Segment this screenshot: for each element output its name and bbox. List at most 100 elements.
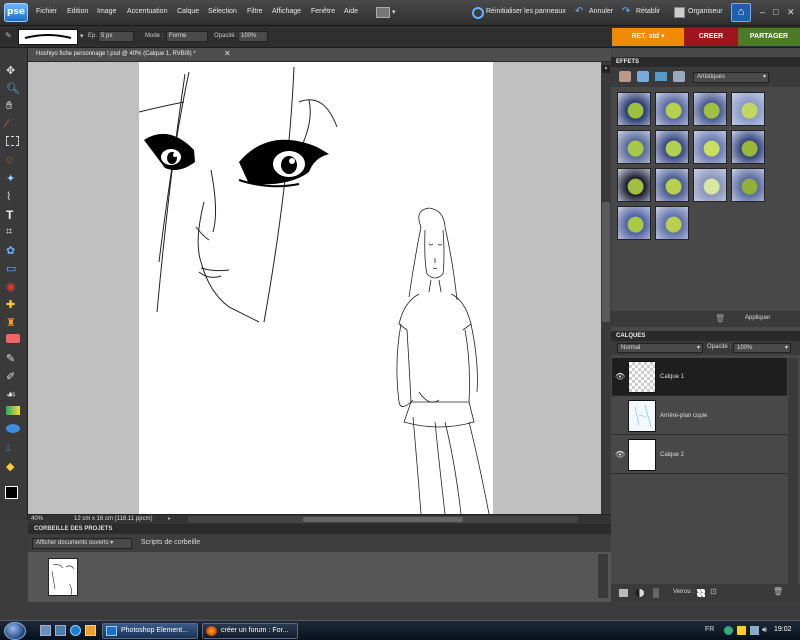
menu-fichier[interactable]: Fichier [36, 8, 57, 15]
canvas-vertical-scrollbar[interactable]: ▲ [601, 62, 611, 514]
bin-scripts-button[interactable]: Scripts de corbeille [141, 539, 200, 546]
lock-transparency-icon[interactable] [697, 589, 705, 597]
undo-button[interactable]: Annuler [589, 8, 613, 15]
effect-thumbnail[interactable] [617, 130, 651, 164]
menu-aide[interactable]: Aide [344, 8, 358, 15]
redo-button[interactable]: Rétablir [636, 8, 660, 15]
brush-preset-picker[interactable] [18, 29, 78, 45]
project-bin-scrollbar[interactable] [598, 554, 608, 598]
chevron-down-icon[interactable]: ▾ [80, 32, 84, 40]
layer-row-arriere-plan-copie[interactable]: Arrière-plan copie [612, 397, 787, 435]
chevron-down-icon[interactable]: ▾ [392, 8, 396, 16]
eyedropper-tool-icon[interactable]: ⁄ [6, 118, 22, 132]
organizer-icon[interactable] [674, 7, 685, 18]
minimize-icon[interactable]: – [760, 7, 765, 17]
apply-effect-button[interactable]: Appliquer [745, 315, 770, 321]
opacity-field[interactable]: 100% [238, 31, 268, 42]
menu-fenetre[interactable]: Fenêtre [311, 8, 335, 15]
show-documents-dropdown[interactable]: Afficher documents ouverts ▾ [32, 538, 132, 549]
paint-bucket-tool-icon[interactable]: ◆ [6, 460, 22, 474]
layer-styles-icon[interactable] [637, 71, 649, 82]
internet-explorer-icon[interactable] [70, 625, 81, 636]
document-tab[interactable]: Hoshiyo fiche personnage !.psd @ 40% (Ca… [28, 48, 611, 62]
shape-tool-icon[interactable] [6, 424, 20, 433]
start-button[interactable] [4, 622, 26, 640]
new-layer-icon[interactable] [619, 589, 628, 597]
menu-selection[interactable]: Sélection [208, 8, 237, 15]
document-canvas[interactable] [139, 62, 493, 514]
close-icon[interactable]: ✕ [787, 7, 795, 18]
effect-thumbnail[interactable] [731, 92, 765, 126]
marquee-tool-icon[interactable] [6, 136, 19, 146]
eye-icon[interactable]: 👁︎ [615, 372, 625, 381]
trash-icon[interactable]: 🗑︎ [773, 587, 783, 596]
brush-tool-icon[interactable]: ✐ [6, 370, 22, 384]
effect-thumbnail[interactable] [655, 206, 689, 240]
taskbar-photoshop-elements[interactable]: Photoshop Element... [102, 623, 198, 639]
tray-shield-icon[interactable] [724, 626, 733, 635]
tab-create[interactable]: CREER [684, 28, 738, 46]
zoom-value[interactable]: 40% [31, 516, 43, 522]
mail-icon[interactable] [85, 625, 96, 636]
blend-mode-select[interactable]: Normal ▾ [617, 343, 703, 353]
effect-thumbnail[interactable] [731, 130, 765, 164]
reset-panels-icon[interactable] [472, 7, 484, 19]
scroll-thumb[interactable] [303, 517, 463, 522]
effect-thumbnail[interactable] [617, 206, 651, 240]
gradient-tool-icon[interactable] [6, 406, 20, 415]
layer-row-calque-2[interactable]: 👁︎ Calque 2 [612, 436, 787, 474]
magic-wand-tool-icon[interactable]: ✦ [6, 172, 22, 186]
effect-thumbnail[interactable] [693, 168, 727, 202]
home-icon[interactable]: ⌂ [731, 3, 751, 22]
mode-select[interactable]: Forme [166, 31, 208, 42]
scroll-thumb[interactable] [602, 202, 610, 322]
menu-filtre[interactable]: Filtre [247, 8, 263, 15]
trash-icon[interactable]: 🗑︎ [715, 314, 725, 323]
menu-calque[interactable]: Calque [177, 8, 199, 15]
eye-icon[interactable]: 👁︎ [615, 450, 625, 459]
volume-icon[interactable]: 🔊︎ [762, 625, 767, 635]
layer-opacity-field[interactable]: 100% ▾ [733, 343, 791, 353]
reset-panels-button[interactable]: Réinitialiser les panneaux [486, 8, 566, 15]
effects-category-select[interactable]: Artistiques ▾ [693, 72, 769, 83]
redo-icon[interactable]: ↷ [622, 6, 630, 17]
tab-edit[interactable]: RET. std ▾ [612, 28, 684, 46]
photo-effects-icon[interactable] [655, 72, 667, 81]
show-desktop-icon[interactable] [40, 625, 51, 636]
effect-thumbnail[interactable] [693, 130, 727, 164]
menu-edition[interactable]: Edition [67, 8, 88, 15]
effect-thumbnail[interactable] [655, 130, 689, 164]
undo-icon[interactable]: ↶ [575, 6, 583, 17]
clone-stamp-tool-icon[interactable]: ♜ [6, 316, 22, 330]
healing-brush-tool-icon[interactable]: ✚ [6, 298, 22, 312]
workspace-layout-icon[interactable] [376, 7, 390, 18]
canvas-horizontal-scrollbar[interactable] [188, 516, 578, 523]
taskbar-firefox-window[interactable]: créer un forum : For... [202, 623, 298, 639]
lasso-tool-icon[interactable]: ◌ [6, 154, 22, 168]
scroll-up-arrow[interactable]: ▲ [602, 65, 610, 73]
pencil-tool-icon[interactable]: ✎ [6, 352, 22, 366]
tab-share[interactable]: PARTAGER [738, 28, 800, 46]
hand-tool-icon[interactable]: ✋︎ [6, 100, 22, 114]
tray-alert-icon[interactable] [737, 626, 746, 635]
all-effects-icon[interactable] [673, 71, 685, 82]
menu-affichage[interactable]: Affichage [272, 8, 301, 15]
filters-icon[interactable] [619, 71, 631, 82]
menu-accentuation[interactable]: Accentuation [127, 8, 167, 15]
type-tool-icon[interactable]: T [6, 208, 22, 222]
language-indicator[interactable]: FR [705, 626, 714, 633]
network-icon[interactable] [750, 626, 759, 635]
cookie-cutter-tool-icon[interactable]: ✿ [6, 244, 22, 258]
smart-brush-tool-icon[interactable]: ☙ [6, 388, 22, 402]
maximize-icon[interactable]: □ [773, 7, 778, 17]
effect-thumbnail[interactable] [655, 92, 689, 126]
document-thumbnail[interactable] [48, 558, 78, 596]
blur-tool-icon[interactable]: 💧︎ [6, 442, 22, 456]
effect-thumbnail[interactable] [617, 168, 651, 202]
organizer-button[interactable]: Organiseur [688, 8, 723, 15]
clock[interactable]: 19:02 [774, 626, 792, 633]
straighten-tool-icon[interactable]: ▭ [6, 262, 22, 276]
lock-all-icon[interactable]: ⊡ [710, 587, 717, 596]
zoom-tool-icon[interactable]: 🔍︎ [6, 82, 22, 96]
move-tool-icon[interactable]: ✥ [6, 64, 22, 78]
